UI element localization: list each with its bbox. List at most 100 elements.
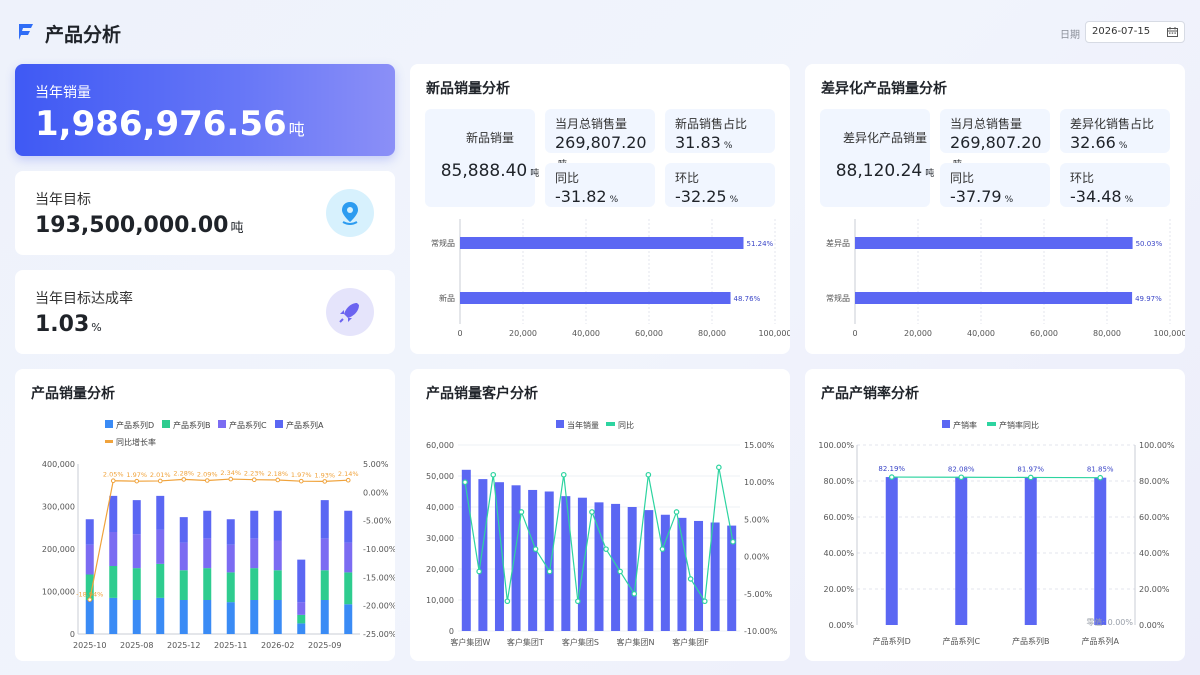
bar-segment xyxy=(297,559,306,603)
legend-label: 产品系列A xyxy=(286,420,324,430)
tile-number: -34.48 xyxy=(1070,187,1122,206)
diff-product-main-label: 差异化产品销量 xyxy=(842,131,927,145)
growth-label: 1.97% xyxy=(291,471,312,479)
growth-point xyxy=(345,477,351,483)
tile-value: -37.79% xyxy=(950,187,1013,206)
bar xyxy=(611,503,621,631)
bar-segment xyxy=(226,544,235,573)
new-product-main-tile: 新品销量 85,888.40 吨 xyxy=(425,109,539,207)
diff-tile-share: 差异化销售占比 32.66% xyxy=(1060,109,1170,153)
bar-segment xyxy=(109,532,118,566)
bar-segment xyxy=(226,519,235,545)
bar-segment xyxy=(297,614,306,624)
date-picker[interactable]: 2026-07-15 xyxy=(1085,21,1185,43)
legend-swatch xyxy=(987,422,996,426)
growth-point xyxy=(228,476,234,482)
diff-product-bar-chart: 0 20,000 40,000 60,000 80,000 100,000 差异品 50.03… xyxy=(826,219,1185,338)
new-product-main-number: 85,888.40 xyxy=(440,161,528,181)
x-tick-label: 80,000 xyxy=(698,329,726,338)
rocket-icon xyxy=(339,303,359,323)
annual-target-card: 当年目标 193,500,000.00 吨 xyxy=(15,171,395,255)
rate-combo-chart: 产销率 产销率同比 0.00% 0.00% 20.00% 20.00% 40.00% 40.0… xyxy=(818,420,1175,646)
y2-tick-label: 5.00% xyxy=(363,460,389,469)
bar-segment xyxy=(226,602,235,634)
y-tick-label: 新品 xyxy=(439,293,455,303)
bar-segment xyxy=(179,517,188,543)
tile-label: 同比 xyxy=(950,171,975,185)
bar-segment xyxy=(85,600,94,634)
legend-label: 产销率同比 xyxy=(999,420,1039,430)
legend-swatch xyxy=(105,440,113,443)
legend-label: 产品系列B xyxy=(173,420,211,430)
growth-label: 2.34% xyxy=(220,469,241,477)
bar-segment xyxy=(250,600,259,634)
x-tick-label: 2025-10 xyxy=(73,641,106,650)
rate-yoy-point xyxy=(1027,474,1034,481)
target-rate-number: 1.03 xyxy=(35,312,90,337)
y-tick-label: 20.00% xyxy=(823,585,854,594)
x-tick-label: 20,000 xyxy=(509,329,537,338)
tile-number: -32.25 xyxy=(675,187,727,206)
y-tick-label: 60,000 xyxy=(426,441,454,450)
yoy-point xyxy=(589,509,595,515)
y-tick-label: 0 xyxy=(70,630,75,639)
y-tick-label: 常规品 xyxy=(431,238,455,248)
bar-segment xyxy=(273,510,282,541)
x-tick-label: 40,000 xyxy=(572,329,600,338)
bar xyxy=(478,479,488,631)
sales-analysis-card: 产品销量分析 产品系列D 产品系列B 产品系列C 产品系列A 同比增长率 0 100,000… xyxy=(15,369,395,661)
customer-analysis-card: 产品销量客户分析 当年销量 同比 0 10,000 20,000 30,000 40,000… xyxy=(410,369,790,661)
calendar-icon[interactable] xyxy=(1167,27,1178,37)
bar-segment xyxy=(226,572,235,603)
y2-tick-label: 0.00% xyxy=(363,488,389,497)
annual-sales-value: 1,986,976.56 吨 xyxy=(35,104,305,144)
bar-segment xyxy=(250,510,259,539)
rate-yoy-point xyxy=(958,474,965,481)
target-rate-unit: % xyxy=(91,321,102,334)
legend-swatch xyxy=(606,422,615,426)
app-logo-icon xyxy=(19,24,33,40)
tile-value: 32.66% xyxy=(1070,133,1127,152)
y2-tick-label: 20.00% xyxy=(1139,585,1170,594)
bar xyxy=(511,485,521,631)
y2-tick-label: 60.00% xyxy=(1139,513,1170,522)
yoy-point xyxy=(476,568,482,575)
bar-segment xyxy=(273,540,282,571)
yoy-point xyxy=(673,509,680,515)
y-tick-label: 60.00% xyxy=(823,513,854,522)
growth-point xyxy=(251,477,257,482)
data-label: 82.08% xyxy=(948,465,975,473)
yoy-point xyxy=(617,568,623,575)
y-tick-label: 400,000 xyxy=(42,460,75,469)
x-tick-label: 客户集团N xyxy=(617,637,655,647)
bar xyxy=(710,522,720,631)
growth-label: 1.93% xyxy=(314,471,335,479)
x-tick-label: 产品系列D xyxy=(873,636,911,646)
y2-tick-label: -15.00% xyxy=(363,573,395,582)
tile-value: -32.25% xyxy=(675,187,738,206)
growth-label: 2.01% xyxy=(150,471,171,479)
bar xyxy=(460,292,731,304)
y2-tick-label: 0.00% xyxy=(1139,621,1165,630)
page-header: 产品分析 日期 2026-07-15 xyxy=(0,0,1200,64)
x-tick-label: 产品系列C xyxy=(942,636,980,646)
growth-point xyxy=(204,478,210,483)
y-tick-label: 50,000 xyxy=(426,472,454,481)
x-tick-label: 产品系列B xyxy=(1012,636,1050,646)
customer-analysis-title: 产品销量客户分析 xyxy=(426,386,538,402)
y2-tick-label: -10.00% xyxy=(744,627,778,636)
y-tick-label: 200,000 xyxy=(42,545,75,554)
tile-unit: % xyxy=(1004,195,1014,205)
tile-unit: % xyxy=(723,141,733,151)
bar-segment xyxy=(85,544,94,575)
legend-swatch xyxy=(218,420,226,428)
growth-label: 1.97% xyxy=(126,471,147,479)
growth-label: 2.09% xyxy=(197,470,218,478)
yoy-point xyxy=(532,546,539,552)
bar-segment xyxy=(132,600,141,634)
annual-sales-label: 当年销量 xyxy=(35,85,91,101)
location-pin-icon xyxy=(342,202,358,225)
new-product-title: 新品销量分析 xyxy=(426,81,510,97)
y-tick-label: 常规品 xyxy=(826,293,850,303)
y2-tick-label: -10.00% xyxy=(363,545,395,554)
